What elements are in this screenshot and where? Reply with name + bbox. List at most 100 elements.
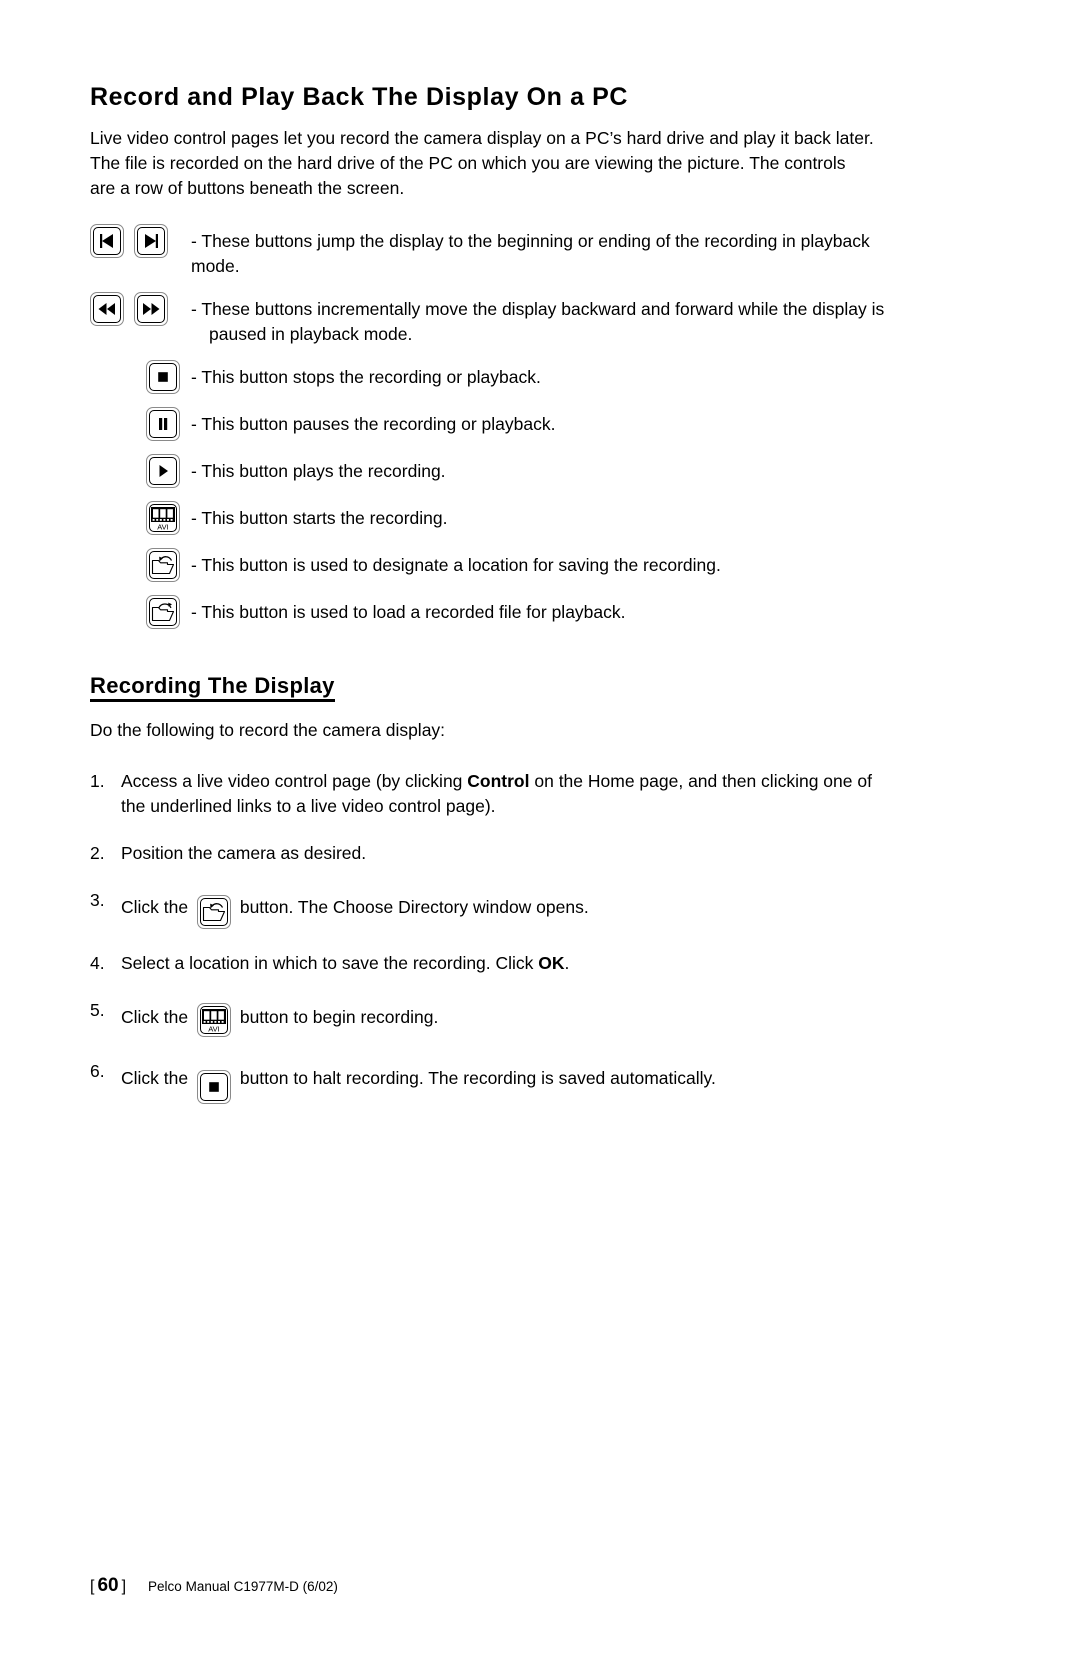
legend-row: - This button is used to designate a loc… [90,547,890,582]
list-item: 5. Click the AVI button to begin recordi… [90,998,890,1037]
section-heading: Recording The Display [90,673,335,702]
document-page: Record and Play Back The Display On a PC… [0,0,1080,1669]
step-text-pre: Select a location in which to save the r… [121,952,539,973]
stop-button[interactable] [196,1069,231,1104]
avi-record-icon: AVI [199,1005,228,1034]
page-content: Record and Play Back The Display On a PC… [90,83,890,1126]
step-text-post: button to halt recording. The recording … [234,1067,716,1088]
legend-dash: - [191,460,197,481]
button-single: AVI [90,500,180,535]
save-folder-button[interactable] [146,547,180,582]
svg-text:AVI: AVI [157,522,169,531]
bracket-close: ] [121,1578,127,1595]
save-folder-icon [149,550,177,579]
section-lead: Do the following to record the camera di… [90,719,446,740]
open-folder-button[interactable] [146,594,180,629]
fast-forward-button[interactable] [134,291,168,326]
list-item: 6. Click the button to halt recording. T… [90,1059,890,1104]
legend-text: - This button is used to load a recorded… [191,594,626,625]
step-number: 5. [90,999,105,1020]
play-icon [149,456,177,485]
svg-text:AVI: AVI [208,1024,220,1033]
button-single [90,406,180,441]
footer-manual-label: Pelco Manual C1977M-D (6/02) [148,1579,338,1594]
step-number: 6. [90,1060,105,1081]
legend-description: This button is used to designate a locat… [201,554,721,575]
page-number-value: 60 [97,1575,119,1596]
legend-row: - This button plays the recording. [90,453,890,488]
skip-to-start-button[interactable] [90,223,124,258]
legend-text: - This button stops the recording or pla… [191,359,541,390]
step-body: Position the camera as desired. [121,841,881,866]
pause-icon [149,409,177,438]
step-body: Click the button. The Choose Directory w… [121,888,881,929]
step-body: Access a live video control page (by cli… [121,769,881,819]
legend-row: - This button pauses the recording or pl… [90,406,890,441]
list-item: 4. Select a location in which to save th… [90,951,890,976]
button-single [90,594,180,629]
avi-record-button[interactable]: AVI [146,500,180,535]
step-text-post: button. The Choose Directory window open… [234,896,589,917]
step-body: Click the button to halt recording. The … [121,1059,881,1104]
intro-paragraph: Live video control pages let you record … [90,127,874,198]
legend-text: - These buttons incrementally move the d… [191,291,884,347]
legend-row: - These buttons jump the display to the … [90,223,890,279]
legend-text: - This button pauses the recording or pl… [191,406,555,437]
stop-icon [149,362,177,391]
legend-text: - This button is used to designate a loc… [191,547,721,578]
rewind-button[interactable] [90,291,124,326]
avi-record-icon: AVI [149,503,177,532]
step-text-pre: Click the [121,896,193,917]
button-pair [90,223,180,258]
skip-to-start-icon [93,226,121,255]
button-legend-list: - These buttons jump the display to the … [90,223,890,629]
legend-description: This button pauses the recording or play… [201,413,556,434]
list-item: 2. Position the camera as desired. [90,841,890,866]
footer-page-number: [60] [90,1575,126,1597]
list-item: 1. Access a live video control page (by … [90,769,890,819]
play-button[interactable] [146,453,180,488]
legend-dash: - [191,554,197,575]
step-number: 3. [90,889,105,910]
legend-text: - This button plays the recording. [191,453,446,484]
legend-text: - This button starts the recording. [191,500,447,531]
legend-description: These buttons jump the display to the be… [191,230,870,276]
legend-dash: - [191,601,197,622]
legend-dash: - [191,298,197,319]
step-text-pre: Position the camera as desired. [121,842,367,863]
step-text-post: button to begin recording. [234,1006,439,1027]
open-folder-icon [149,597,177,626]
legend-description: These buttons incrementally move the dis… [201,298,885,319]
legend-dash: - [191,366,197,387]
list-item: 3. Click the button. The Choose Director… [90,888,890,929]
legend-text: - These buttons jump the display to the … [191,223,890,279]
step-text-bold: OK [538,952,565,973]
legend-dash: - [191,413,197,434]
legend-row: - These buttons incrementally move the d… [90,291,890,347]
step-text-pre: Click the [121,1006,193,1027]
legend-description: This button is used to load a recorded f… [201,601,626,622]
avi-record-button[interactable]: AVI [196,1002,231,1037]
skip-to-end-button[interactable] [134,223,168,258]
numbered-steps-list: 1. Access a live video control page (by … [90,769,890,1104]
stop-button[interactable] [146,359,180,394]
step-body: Click the AVI button to begin recording. [121,998,881,1037]
button-single [90,547,180,582]
legend-row: - This button is used to load a recorded… [90,594,890,629]
button-single [90,359,180,394]
step-body: Select a location in which to save the r… [121,951,881,976]
fast-forward-icon [137,294,165,323]
legend-row: - This button stops the recording or pla… [90,359,890,394]
pause-button[interactable] [146,406,180,441]
step-text-post: . [564,952,570,973]
legend-description-continued: paused in playback mode. [209,323,413,344]
rewind-icon [93,294,121,323]
save-folder-icon [199,897,228,926]
step-number: 4. [90,952,105,973]
skip-to-end-icon [137,226,165,255]
step-text-pre: Click the [121,1067,193,1088]
button-single [90,453,180,488]
save-folder-button[interactable] [196,894,231,929]
page-footer: [60] Pelco Manual C1977M-D (6/02) [90,1575,338,1597]
legend-description: This button plays the recording. [201,460,446,481]
